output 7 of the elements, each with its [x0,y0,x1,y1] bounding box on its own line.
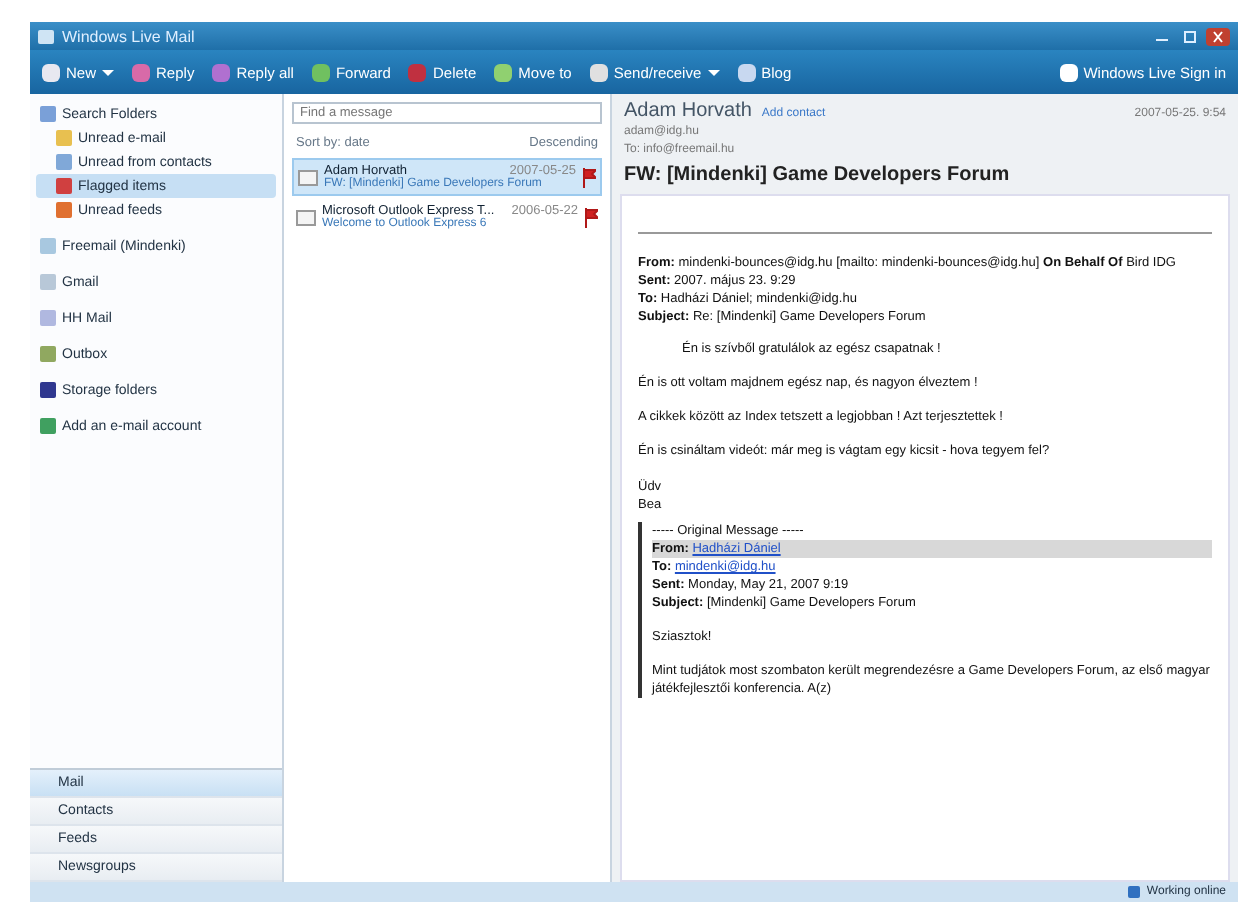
sender-name: Adam Horvath [624,100,752,122]
flag-icon[interactable] [582,167,596,187]
close-icon[interactable] [1206,27,1230,45]
maximize-icon[interactable] [1178,27,1202,45]
flag-icon[interactable] [584,207,598,227]
message-subject: FW: [Mindenki] Game Developers Forum [624,164,1012,186]
window-title: Windows Live Mail [62,27,195,45]
